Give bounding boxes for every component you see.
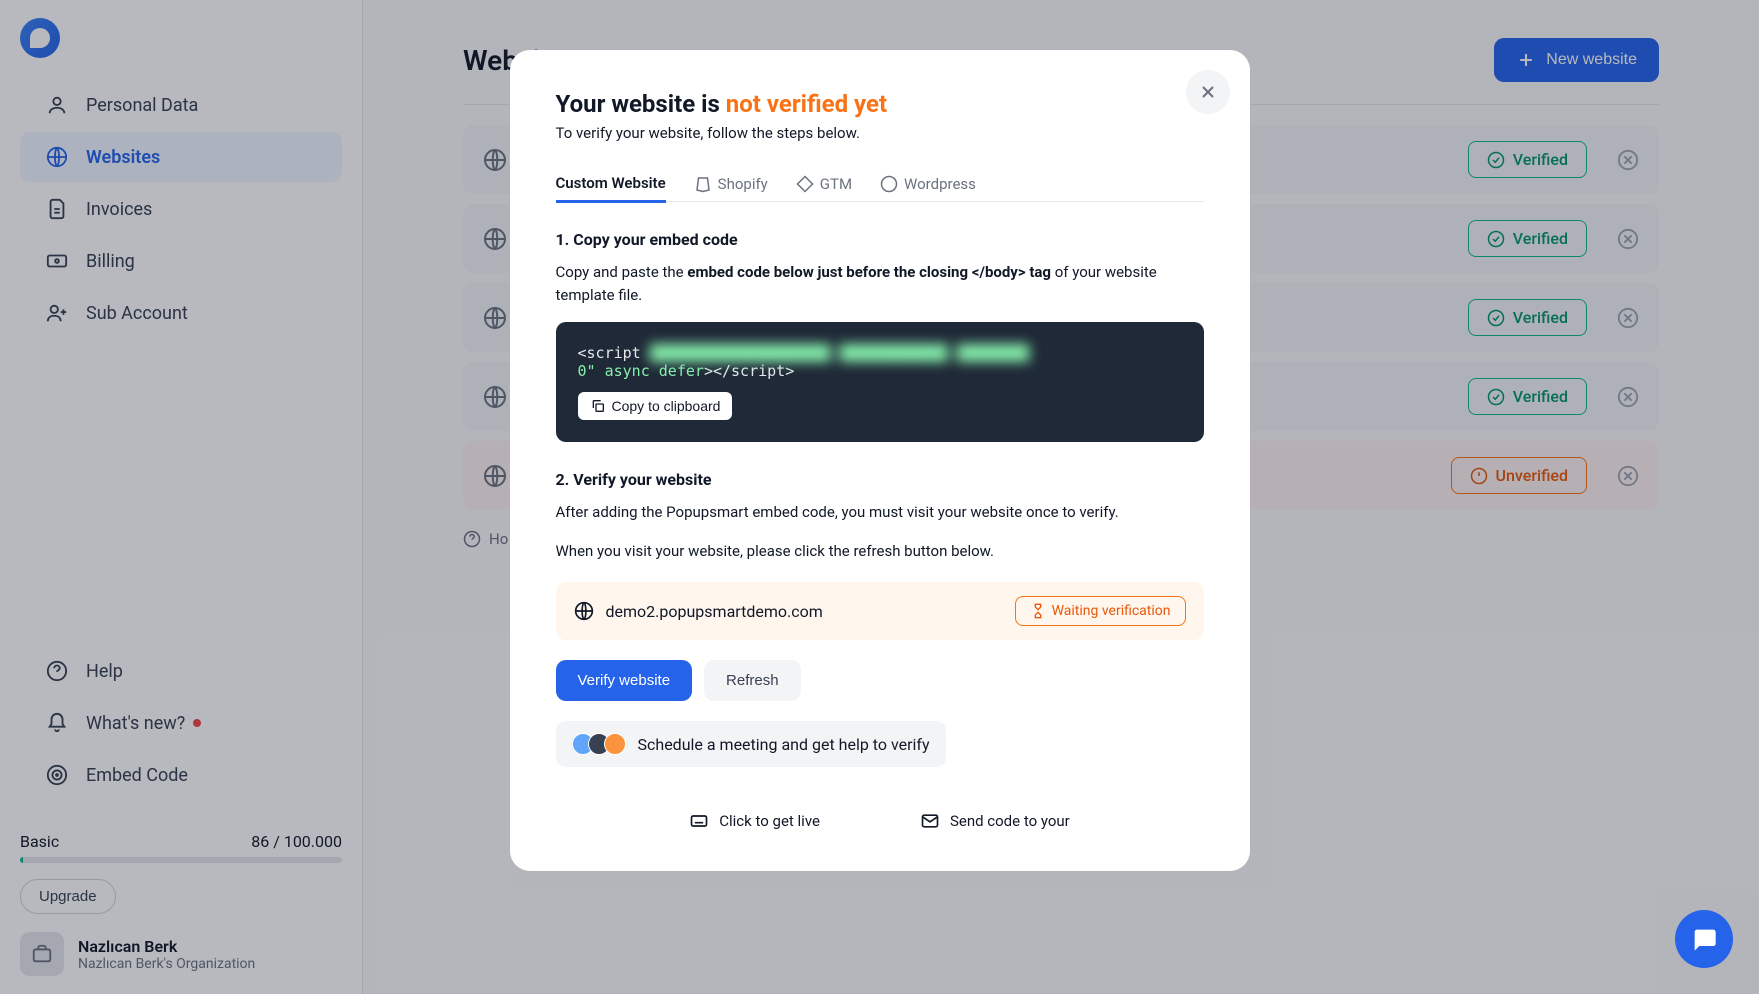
globe-icon — [574, 601, 594, 621]
step1-title: 1. Copy your embed code — [556, 230, 1204, 249]
avatar-stack — [572, 733, 626, 755]
refresh-button[interactable]: Refresh — [704, 660, 801, 701]
modal-subtitle: To verify your website, follow the steps… — [556, 124, 1204, 142]
platform-tabs: Custom Website Shopify GTM Wordpress — [556, 166, 1204, 202]
wordpress-icon — [880, 175, 898, 193]
domain-name: demo2.popupsmartdemo.com — [606, 602, 823, 621]
copy-clipboard-button[interactable]: Copy to clipboard — [578, 392, 733, 420]
domain-status-box: demo2.popupsmartdemo.com Waiting verific… — [556, 582, 1204, 640]
close-button[interactable] — [1186, 70, 1230, 114]
step2-text-a: After adding the Popupsmart embed code, … — [556, 501, 1204, 524]
schedule-meeting-button[interactable]: Schedule a meeting and get help to verif… — [556, 721, 946, 767]
step1-text: Copy and paste the embed code below just… — [556, 261, 1204, 306]
waiting-badge: Waiting verification — [1015, 596, 1186, 626]
tab-gtm[interactable]: GTM — [796, 166, 852, 201]
hourglass-icon — [1030, 603, 1046, 619]
chat-fab[interactable] — [1675, 910, 1733, 968]
tab-shopify[interactable]: Shopify — [694, 166, 768, 201]
step2-title: 2. Verify your website — [556, 470, 1204, 489]
verify-website-button[interactable]: Verify website — [556, 660, 693, 701]
gtm-icon — [796, 175, 814, 193]
tab-wordpress[interactable]: Wordpress — [880, 166, 976, 201]
embed-code-box: <script ████████████████████ ███████████… — [556, 322, 1204, 442]
tab-custom-website[interactable]: Custom Website — [556, 166, 666, 203]
verify-modal: Your website is not verified yet To veri… — [510, 50, 1250, 871]
copy-icon — [590, 398, 606, 414]
close-icon — [1198, 82, 1218, 102]
get-live-action[interactable]: Click to get live — [689, 811, 820, 831]
modal-title: Your website is not verified yet — [556, 90, 1204, 118]
keyboard-icon — [689, 811, 709, 831]
modal-overlay: Your website is not verified yet To veri… — [0, 0, 1759, 994]
mail-icon — [920, 811, 940, 831]
step2-text-b: When you visit your website, please clic… — [556, 540, 1204, 563]
chat-icon — [1690, 925, 1718, 953]
shopify-icon — [694, 175, 712, 193]
send-code-action[interactable]: Send code to your — [920, 811, 1070, 831]
